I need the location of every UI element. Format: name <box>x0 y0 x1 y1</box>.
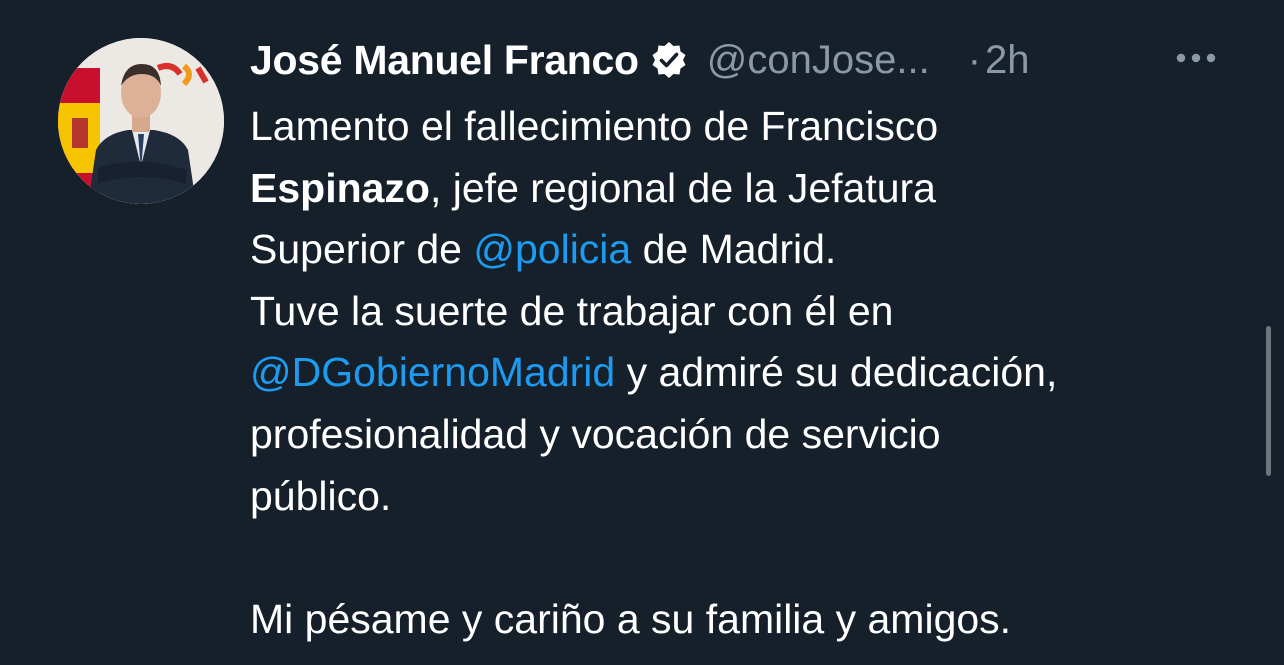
tweet-line: Lamento el fallecimiento de Francisco <box>250 103 939 149</box>
more-horizontal-icon[interactable] <box>1174 48 1218 68</box>
tweet-line: Espinazo, jefe regional de la Jefatura <box>250 164 936 211</box>
tweet-line: Superior de @policia de Madrid. <box>250 226 837 273</box>
tweet-header: José Manuel Franco @conJose... · 2h <box>250 32 1250 88</box>
avatar-photo <box>58 38 224 204</box>
tweet-line: público. <box>250 472 392 519</box>
tweet-line: Tuve la suerte de trabajar con él en <box>250 287 894 334</box>
tweet-timestamp[interactable]: 2h <box>985 38 1030 83</box>
tweet-line: @DGobiernoMadrid y admiré su dedicación, <box>250 349 1058 396</box>
author-handle[interactable]: @conJose... <box>707 38 930 83</box>
scrollbar[interactable] <box>1266 326 1271 476</box>
author-name[interactable]: José Manuel Franco <box>250 37 639 84</box>
tweet-line: Mi pésame y cariño a su familia y amigos… <box>250 595 1012 642</box>
tweet-text: Lamento el fallecimiento de Francisco Es… <box>250 96 1240 650</box>
avatar[interactable] <box>58 38 224 204</box>
mention-link-policia[interactable]: @policia <box>473 226 631 272</box>
mention-link-dgobiernomadrid[interactable]: @DGobiernoMadrid <box>250 349 615 395</box>
verified-badge-icon <box>649 40 689 80</box>
bold-text: Espinazo <box>250 164 430 211</box>
tweet-line: profesionalidad y vocación de servicio <box>250 410 941 457</box>
header-separator: · <box>967 37 982 82</box>
tweet-card: José Manuel Franco @conJose... · 2h Lame… <box>0 0 1284 665</box>
